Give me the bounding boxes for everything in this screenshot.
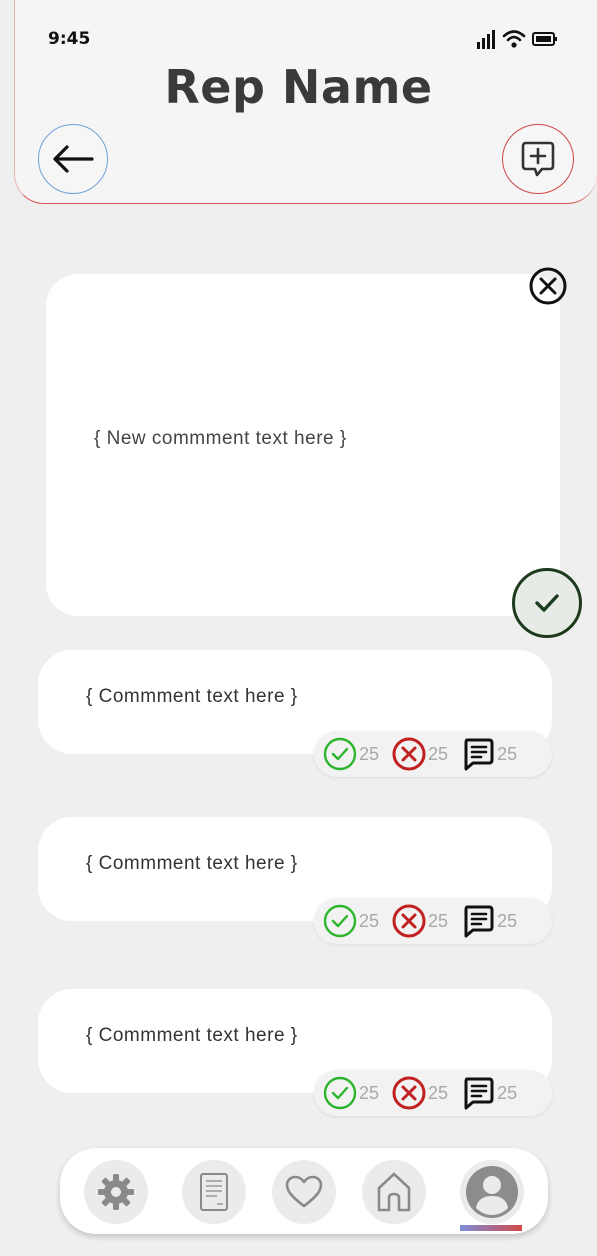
check-circle-icon [323, 737, 357, 771]
heart-icon [285, 1175, 323, 1208]
replies-reaction[interactable]: 25 [460, 1075, 517, 1111]
status-time: 9:45 [48, 29, 91, 49]
comment-text: { Commment text here } [86, 686, 298, 707]
nav-settings[interactable] [84, 1160, 148, 1224]
reaction-bar: 25 25 25 [314, 731, 552, 777]
approve-reaction[interactable]: 25 [322, 736, 379, 772]
check-circle-icon [323, 904, 357, 938]
arrow-left-icon [53, 145, 94, 173]
settings-icon [98, 1174, 134, 1210]
back-button[interactable] [38, 124, 108, 194]
signal-icon [477, 30, 495, 49]
nav-profile[interactable] [460, 1160, 524, 1224]
replies-count: 25 [497, 743, 518, 764]
reject-count: 25 [428, 743, 449, 764]
reject-count: 25 [428, 1082, 449, 1103]
replies-reaction[interactable]: 25 [460, 903, 517, 939]
document-icon [200, 1173, 228, 1211]
reaction-bar: 25 25 25 [314, 898, 552, 944]
nav-home[interactable] [362, 1160, 426, 1224]
active-tab-indicator [460, 1225, 522, 1231]
chat-bubble-icon [464, 738, 494, 771]
approve-count: 25 [359, 743, 380, 764]
check-icon [535, 594, 559, 612]
comment-text: { Commment text here } [86, 1025, 298, 1046]
close-button[interactable] [527, 265, 569, 307]
chat-bubble-icon [464, 1077, 494, 1110]
status-icons [476, 28, 558, 50]
home-icon [377, 1172, 411, 1212]
approve-count: 25 [359, 910, 380, 931]
battery-icon [532, 32, 557, 46]
replies-reaction[interactable]: 25 [460, 736, 517, 772]
add-comment-button[interactable] [502, 124, 574, 194]
page-title: Rep Name [164, 60, 433, 114]
reject-count: 25 [428, 910, 449, 931]
approve-reaction[interactable]: 25 [322, 903, 379, 939]
profile-icon [466, 1166, 518, 1218]
wifi-icon [502, 30, 526, 48]
comment-plus-icon [521, 141, 555, 177]
x-circle-icon [392, 737, 426, 771]
check-circle-icon [323, 1076, 357, 1110]
bottom-nav [60, 1148, 548, 1234]
reject-reaction[interactable]: 25 [391, 1075, 448, 1111]
reject-reaction[interactable]: 25 [391, 903, 448, 939]
replies-count: 25 [497, 1082, 518, 1103]
x-circle-icon [392, 1076, 426, 1110]
replies-count: 25 [497, 910, 518, 931]
submit-comment-button[interactable] [512, 568, 582, 638]
new-comment-input[interactable]: { New commment text here } [94, 428, 347, 450]
approve-count: 25 [359, 1082, 380, 1103]
x-circle-icon [392, 904, 426, 938]
nav-documents[interactable] [182, 1160, 246, 1224]
comment-text: { Commment text here } [86, 853, 298, 874]
close-icon [529, 267, 567, 305]
reaction-bar: 25 25 25 [314, 1070, 552, 1116]
reject-reaction[interactable]: 25 [391, 736, 448, 772]
nav-favorites[interactable] [272, 1160, 336, 1224]
chat-bubble-icon [464, 905, 494, 938]
approve-reaction[interactable]: 25 [322, 1075, 379, 1111]
